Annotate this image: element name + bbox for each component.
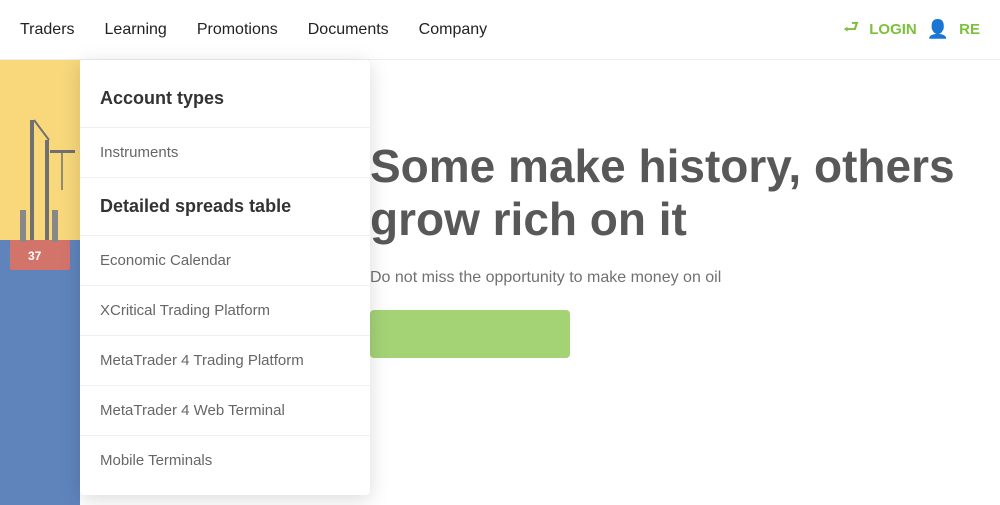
dropdown-item-spreads[interactable]: Detailed spreads table [80, 178, 370, 236]
nav-documents[interactable]: Documents [308, 1, 389, 59]
dropdown-item-mt4[interactable]: MetaTrader 4 Trading Platform [80, 336, 370, 386]
dropdown-item-mt4-web[interactable]: MetaTrader 4 Web Terminal [80, 386, 370, 436]
nav-right: ⮐ LOGIN 👤 RE [843, 15, 980, 45]
dropdown-item-mobile[interactable]: Mobile Terminals [80, 436, 370, 485]
main-nav: Traders Learning Promotions Documents Co… [20, 1, 487, 59]
nav-traders[interactable]: Traders [20, 1, 75, 59]
dropdown-item-calendar[interactable]: Economic Calendar [80, 236, 370, 286]
dropdown-item-account-types[interactable]: Account types [80, 70, 370, 128]
avatar-icon: 👤 [927, 19, 949, 40]
register-button[interactable]: RE [959, 21, 980, 38]
login-icon: ⮐ [843, 15, 859, 45]
dropdown-item-instruments[interactable]: Instruments [80, 128, 370, 178]
login-button[interactable]: LOGIN [869, 21, 917, 38]
nav-learning[interactable]: Learning [105, 1, 167, 59]
dropdown-item-xcritical[interactable]: XCritical Trading Platform [80, 286, 370, 336]
header: Traders Learning Promotions Documents Co… [0, 0, 1000, 60]
nav-company[interactable]: Company [419, 1, 487, 59]
traders-dropdown: Account types Instruments Detailed sprea… [80, 60, 370, 495]
nav-promotions[interactable]: Promotions [197, 1, 278, 59]
